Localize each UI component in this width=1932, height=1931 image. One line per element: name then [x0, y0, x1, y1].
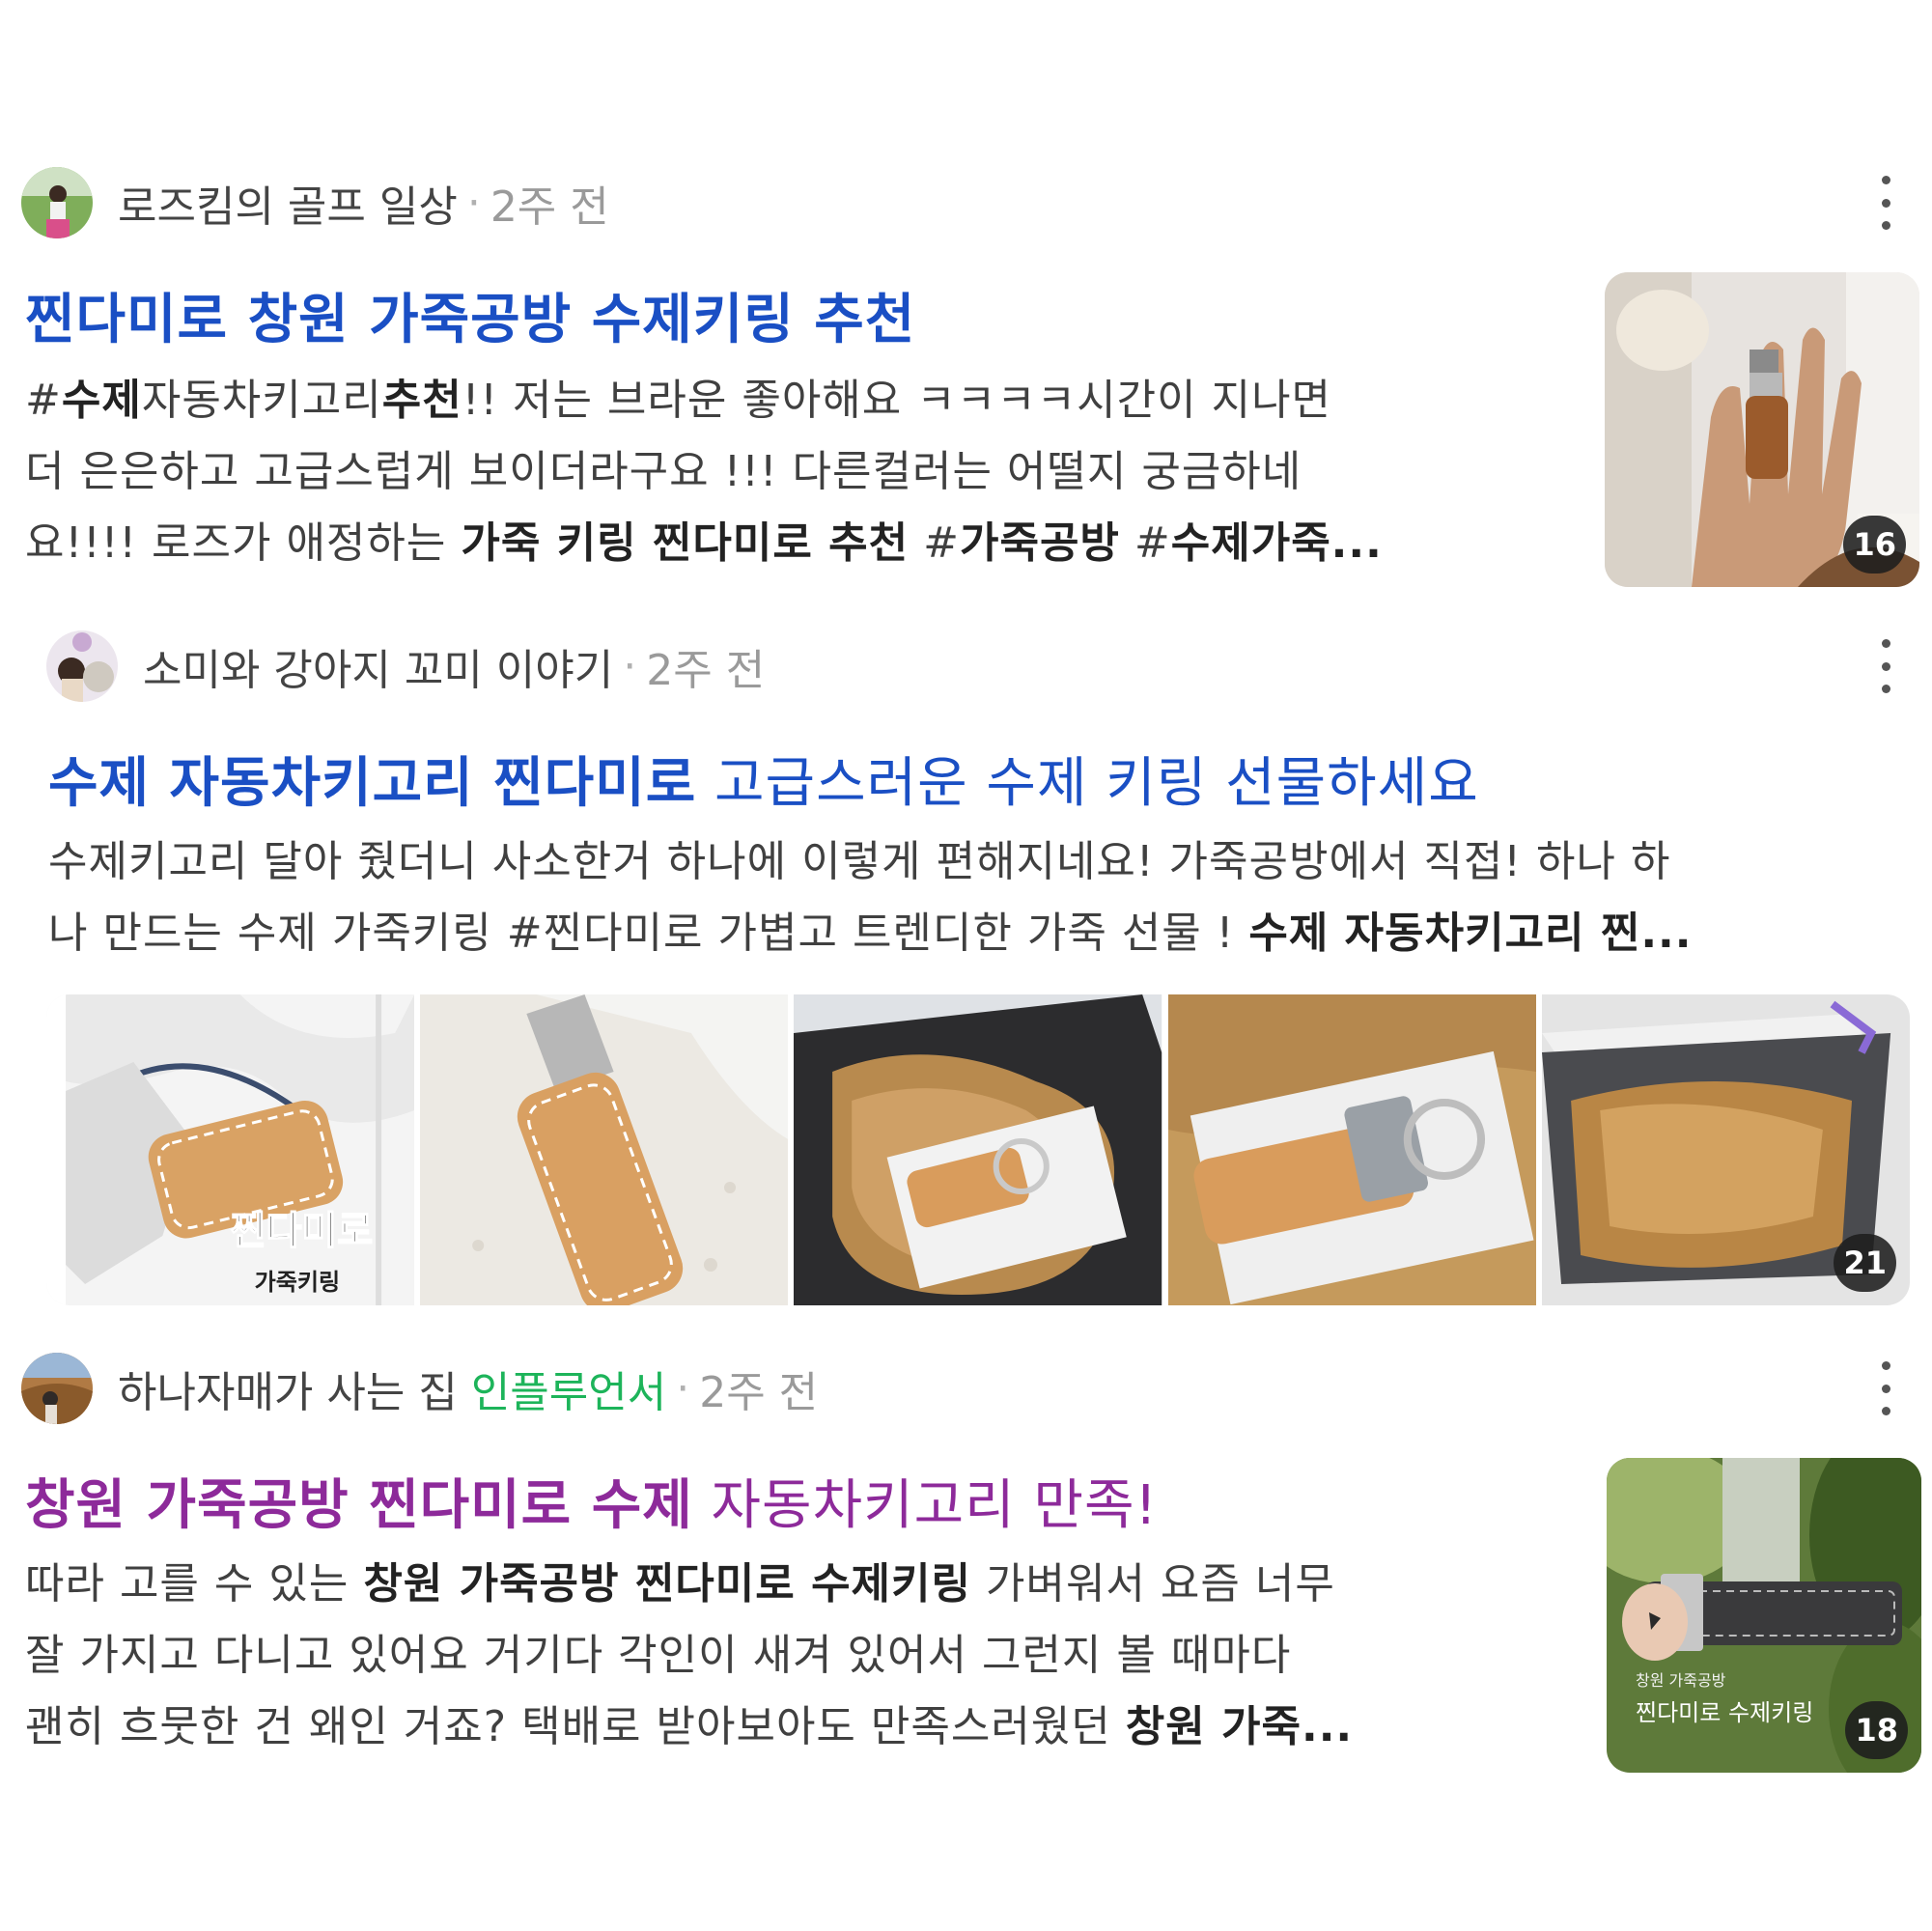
snippet-text: 나 만드는 수제 가죽키링 #찐다미로 가볍고 트렌디한 가죽 선물 !	[48, 909, 1249, 958]
snippet-text: !! 저는 브라운 좋아해요 ㅋㅋㅋㅋ시간이 지나면	[462, 376, 1332, 425]
snippet-keyword: 수제	[61, 376, 142, 425]
author-avatar[interactable]	[21, 1353, 93, 1424]
snippet-line: 따라 고를 수 있는 창원 가죽공방 찐다미로 수제키링 가벼워서 요즘 너무	[25, 1549, 1570, 1620]
snippet-text: 괜히 흐뭇한 건 왜인 거죠? 택배로 받아보아도 만족스러웠던	[25, 1702, 1126, 1751]
snippet-text: #	[25, 376, 62, 425]
snippet-line: 나 만드는 수제 가죽키링 #찐다미로 가볍고 트렌디한 가죽 선물 ! 수제 …	[48, 898, 1912, 969]
post-thumbnail[interactable]: 16	[1605, 272, 1919, 587]
image-strip: 찐다미로 가죽키링 21	[46, 994, 1910, 1305]
post-snippet[interactable]: #수제자동차키고리추천!! 저는 브라운 좋아해요 ㅋㅋㅋㅋ시간이 지나면 더 은…	[25, 365, 1551, 579]
post-snippet[interactable]: 따라 고를 수 있는 창원 가죽공방 찐다미로 수제키링 가벼워서 요즘 너무잘…	[25, 1549, 1570, 1763]
author-avatar[interactable]	[21, 167, 93, 238]
post-title-bold: 찐다미로 창원 가죽공방 수제키링 추천	[25, 289, 916, 351]
post-title-bold: 수제 자동차키고리 찐다미로	[48, 752, 697, 815]
image-count-badge: 18	[1845, 1701, 1908, 1759]
snippet-text: 수제키고리 달아 줬더니 사소한거 하나에 이렇게 편해지네요! 가죽공방에서 …	[48, 837, 1671, 886]
post-header: 하나자매가 사는 집 인플루언서 · 2주 전	[21, 1350, 1914, 1427]
post-image-5[interactable]: 21	[1541, 994, 1910, 1305]
image-count-badge: 16	[1843, 516, 1906, 574]
more-options-icon[interactable]	[1871, 1361, 1900, 1415]
post-snippet[interactable]: 수제키고리 달아 줬더니 사소한거 하나에 이렇게 편해지네요! 가죽공방에서 …	[48, 826, 1912, 969]
more-options-icon[interactable]	[1871, 176, 1900, 230]
snippet-text: 가벼워서 요즘 너무	[971, 1559, 1335, 1609]
post-title-rest: 고급스러운 수제 키링 선물하세요	[696, 752, 1479, 815]
snippet-keyword: 창원 가죽공방 찐다미로 수제키링	[363, 1559, 971, 1609]
post-header: 로즈킴의 골프 일상 · 2주 전	[21, 164, 1914, 241]
author-name[interactable]: 하나자매가 사는 집	[118, 1357, 458, 1419]
snippet-text: 따라 고를 수 있는	[25, 1559, 364, 1609]
post-title[interactable]: 수제 자동차키고리 찐다미로 고급스러운 수제 키링 선물하세요	[48, 740, 1479, 818]
post-title[interactable]: 창원 가죽공방 찐다미로 수제 자동차키고리 만족!	[25, 1462, 1158, 1540]
snippet-line: 괜히 흐뭇한 건 왜인 거죠? 택배로 받아보아도 만족스러웠던 창원 가죽..…	[25, 1692, 1570, 1763]
thumbnail-caption-line1: 창원 가죽공방	[1636, 1671, 1726, 1690]
post-time: 2주 전	[646, 646, 766, 695]
snippet-line: 잘 가지고 다니고 있어요 거기다 각인이 새겨 있어서 그런지 볼 때마다	[25, 1620, 1570, 1692]
thumbnail-caption-line2: 찐다미로 수제키링	[1636, 1699, 1813, 1726]
strip-overlay-line1: 찐다미로	[231, 1208, 374, 1253]
strip-overlay-line2: 가죽키링	[255, 1269, 341, 1296]
image-count-badge: 21	[1834, 1234, 1897, 1292]
post-image-3[interactable]	[794, 994, 1162, 1305]
post-image-2[interactable]	[420, 994, 789, 1305]
post-thumbnail[interactable]: 창원 가죽공방 찐다미로 수제키링 18	[1607, 1458, 1921, 1773]
snippet-keyword: 가죽공방	[959, 518, 1120, 568]
snippet-line: 요!!!! 로즈가 애정하는 가죽 키링 찐다미로 추천 #가죽공방 #수제가죽…	[25, 508, 1551, 579]
snippet-text: #	[1119, 518, 1171, 568]
snippet-text: 자동차키고리	[141, 376, 382, 425]
separator-dot: ·	[676, 1363, 690, 1413]
post-image-4[interactable]	[1167, 994, 1536, 1305]
post-time: 2주 전	[490, 182, 609, 232]
snippet-keyword: 가죽 키링 찐다미로 추천	[461, 518, 910, 568]
author-avatar[interactable]	[46, 630, 118, 702]
post-image-1[interactable]: 찐다미로 가죽키링	[46, 994, 415, 1305]
separator-dot: ·	[466, 178, 481, 228]
separator-dot: ·	[623, 641, 637, 691]
snippet-text: 잘 가지고 다니고 있어요 거기다 각인이 새겨 있어서 그런지 볼 때마다	[25, 1631, 1292, 1680]
snippet-keyword: 수제 자동차키고리 찐...	[1248, 909, 1693, 958]
author-name[interactable]: 로즈킴의 골프 일상	[118, 172, 458, 234]
post-title[interactable]: 찐다미로 창원 가죽공방 수제키링 추천	[25, 276, 915, 354]
snippet-keyword: 추천	[381, 376, 462, 425]
snippet-text: #	[909, 518, 960, 568]
post-title-rest: 자동차키고리 만족!	[692, 1474, 1158, 1537]
influencer-label[interactable]: 인플루언서	[471, 1357, 666, 1419]
snippet-text: 요!!!! 로즈가 애정하는	[25, 518, 462, 568]
snippet-line: 수제키고리 달아 줬더니 사소한거 하나에 이렇게 편해지네요! 가죽공방에서 …	[48, 826, 1912, 898]
post-header: 소미와 강아지 꼬미 이야기 · 2주 전	[46, 628, 1914, 705]
snippet-keyword: 수제가죽...	[1170, 518, 1383, 568]
snippet-text: 더 은은하고 고급스럽게 보이더라구요 !!! 다른컬러는 어떨지 궁금하네	[25, 447, 1302, 496]
post-time: 2주 전	[699, 1368, 819, 1417]
snippet-line: #수제자동차키고리추천!! 저는 브라운 좋아해요 ㅋㅋㅋㅋ시간이 지나면	[25, 365, 1551, 436]
more-options-icon[interactable]	[1871, 639, 1900, 693]
snippet-keyword: 창원 가죽...	[1125, 1702, 1354, 1751]
snippet-line: 더 은은하고 고급스럽게 보이더라구요 !!! 다른컬러는 어떨지 궁금하네	[25, 436, 1551, 508]
author-name[interactable]: 소미와 강아지 꼬미 이야기	[143, 635, 613, 697]
post-title-bold: 창원 가죽공방 찐다미로 수제	[25, 1474, 693, 1537]
